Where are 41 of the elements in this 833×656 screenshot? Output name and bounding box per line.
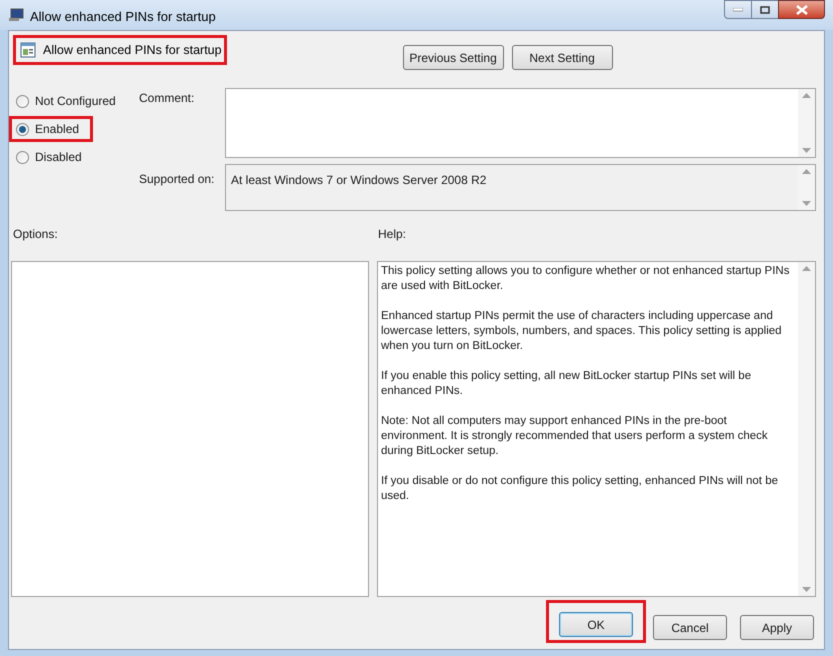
comment-label: Comment: bbox=[139, 90, 196, 107]
radio-button[interactable] bbox=[16, 150, 29, 164]
scroll-up-icon[interactable] bbox=[802, 93, 811, 98]
scrollbar[interactable] bbox=[798, 262, 815, 596]
help-paragraph: If you enable this policy setting, all new BitLocker startup PINs set will be enhanced PINs. bbox=[381, 369, 752, 399]
help-label: Help: bbox=[378, 226, 406, 243]
policy-icon bbox=[20, 42, 36, 58]
scroll-down-icon[interactable] bbox=[802, 201, 811, 206]
comment-field[interactable] bbox=[225, 88, 816, 158]
radio-option[interactable]: Not Configured bbox=[16, 92, 116, 110]
policy-title: Allow enhanced PINs for startup bbox=[43, 42, 222, 59]
cancel-button[interactable]: Cancel bbox=[653, 615, 727, 640]
next-button[interactable]: Next Setting bbox=[512, 45, 613, 70]
help-paragraph: Note: Not all computers may support enhanced PINs in the pre-boot environment. It is strongly recommended that users perform a system check during BitLocker setup. bbox=[381, 414, 769, 459]
options-label: Options: bbox=[13, 226, 59, 243]
minimize-icon bbox=[733, 8, 743, 12]
window-title: Allow enhanced PINs for startup bbox=[30, 8, 216, 26]
apply-button[interactable]: Apply bbox=[740, 615, 814, 640]
scroll-down-icon[interactable] bbox=[802, 148, 811, 153]
radio-button[interactable] bbox=[16, 122, 29, 136]
close-button[interactable] bbox=[778, 0, 825, 19]
previous-button[interactable]: Previous Setting bbox=[402, 45, 504, 70]
minimize-button[interactable] bbox=[724, 0, 752, 19]
radio-option[interactable]: Enabled bbox=[16, 120, 80, 138]
computer-icon bbox=[8, 7, 24, 23]
help-paragraph: If you disable or do not configure this policy setting, enhanced PINs will not be used. bbox=[381, 474, 779, 504]
close-icon bbox=[796, 4, 808, 14]
maximize-button[interactable] bbox=[752, 0, 778, 19]
scrollbar[interactable] bbox=[798, 165, 815, 210]
help-paragraph: This policy setting allows you to configure whether or not enhanced startup PINs are used with BitLocker. bbox=[381, 264, 790, 294]
radio-option[interactable]: Disabled bbox=[16, 148, 82, 166]
maximize-icon bbox=[760, 6, 770, 14]
supported-on-label: Supported on: bbox=[139, 171, 216, 188]
radio-button[interactable] bbox=[16, 94, 29, 108]
ok-button[interactable]: OK bbox=[559, 612, 633, 637]
scroll-up-icon[interactable] bbox=[802, 266, 811, 271]
scrollbar[interactable] bbox=[798, 89, 815, 157]
supported-on-field: At least Windows 7 or Windows Server 2008 R2 bbox=[225, 164, 816, 211]
scroll-up-icon[interactable] bbox=[802, 169, 811, 174]
scroll-down-icon[interactable] bbox=[802, 587, 811, 592]
help-paragraph: Enhanced startup PINs permit the use of characters including uppercase and lowercase letters, symbols, numbers, and spaces. This policy setting is applied when you turn on BitLocker. bbox=[381, 309, 783, 354]
